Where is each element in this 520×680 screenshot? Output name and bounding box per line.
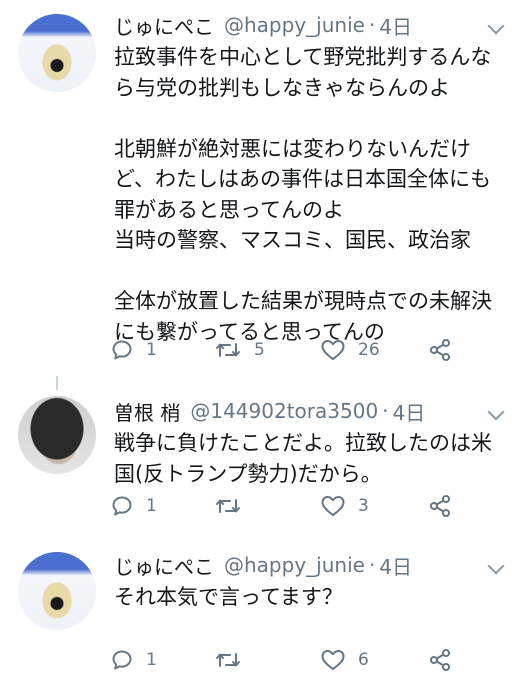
display-name[interactable]: じゅにぺこ — [114, 11, 214, 40]
retweet-count: 5 — [254, 340, 265, 360]
reply-button[interactable]: 1 — [110, 338, 157, 362]
tweet-text-line: 罪があると思ってんのよ — [114, 197, 344, 222]
reply-count: 1 — [146, 650, 157, 670]
like-count: 26 — [358, 340, 380, 360]
tweet-text-line: 全体が放置した結果が現時点での未解決 — [114, 289, 492, 313]
tweet[interactable]: じゅにぺこ @happy_junie · 4日 拉致事件を中心として野党批判する… — [0, 8, 520, 370]
reply-button[interactable]: 1 — [110, 648, 157, 672]
tweet-text-line: それ本気で言ってます？ — [114, 585, 343, 609]
retweet-icon — [214, 338, 242, 362]
retweet-icon — [214, 494, 242, 518]
chevron-down-icon[interactable] — [487, 557, 505, 575]
tweet[interactable]: 曽根 梢 @144902tora3500 · 4日 戦争に負けたことだよ。拉致し… — [0, 394, 520, 528]
reply-icon — [110, 494, 134, 518]
separator: · — [382, 399, 389, 423]
tweet-date[interactable]: 4日 — [379, 11, 412, 40]
retweet-button[interactable] — [214, 494, 254, 518]
retweet-button[interactable] — [214, 648, 254, 672]
separator: · — [368, 13, 376, 37]
share-icon — [428, 494, 452, 518]
reply-count: 1 — [146, 496, 157, 516]
tweet-text-line: ら与党の批判もしなきゃならんのよ — [114, 75, 450, 100]
heart-icon — [320, 648, 346, 672]
like-button[interactable]: 3 — [320, 494, 369, 518]
tweet-header: 曽根 梢 @144902tora3500 · 4日 — [114, 394, 425, 428]
tweet-header: じゅにぺこ @happy_junie · 4日 — [114, 8, 412, 42]
heart-icon — [320, 338, 346, 362]
display-name[interactable]: 曽根 梢 — [114, 397, 180, 426]
tweet-date[interactable]: 4日 — [393, 397, 426, 426]
separator: · — [368, 553, 376, 577]
user-handle[interactable]: @happy_junie — [224, 13, 365, 37]
tweet-text-line — [114, 256, 510, 287]
reply-button[interactable]: 1 — [110, 494, 157, 518]
tweet-text-line: 北朝鮮が絶対悪には変わりないんだけ — [114, 136, 471, 161]
avatar[interactable] — [18, 396, 96, 474]
tweet-text-line: 戦争に負けたことだよ。拉致したのは米 — [114, 431, 492, 455]
retweet-button[interactable]: 5 — [214, 338, 265, 362]
reply-count: 1 — [146, 340, 157, 360]
tweet-date[interactable]: 4日 — [379, 551, 412, 580]
tweet-text-line: 当時の警察、マスコミ、国民、政治家 — [114, 228, 471, 252]
retweet-icon — [214, 648, 242, 672]
chevron-down-icon[interactable] — [487, 403, 505, 421]
reply-icon — [110, 338, 134, 362]
like-button[interactable]: 26 — [320, 338, 380, 362]
heart-icon — [320, 494, 346, 518]
user-handle[interactable]: @happy_junie — [224, 553, 365, 577]
user-handle[interactable]: @144902tora3500 — [190, 399, 378, 423]
tweet-text-line: ど、わたしはあの事件は日本国全体にも — [114, 167, 491, 191]
tweet-text: 戦争に負けたことだよ。拉致したのは米 国(反トランプ勢力)だから。 — [114, 428, 510, 489]
like-count: 3 — [358, 496, 369, 516]
tweet-text: それ本気で言ってます？ — [114, 582, 510, 613]
share-icon — [428, 648, 452, 672]
share-icon — [428, 338, 452, 362]
reply-icon — [110, 648, 134, 672]
tweet-text-line: 拉致事件を中心として野党批判するんな — [114, 45, 492, 69]
chevron-down-icon[interactable] — [487, 17, 505, 35]
like-count: 6 — [358, 650, 369, 670]
share-button[interactable] — [428, 494, 452, 518]
tweet-actions: 1 6 — [110, 648, 510, 678]
tweet-text: 拉致事件を中心として野党批判するんな ら与党の批判もしなきゃならんのよ 北朝鮮が… — [114, 42, 510, 347]
tweet-actions: 1 5 26 — [110, 338, 510, 368]
share-button[interactable] — [428, 648, 452, 672]
tweet-actions: 1 3 — [110, 494, 510, 524]
tweet[interactable]: じゅにぺこ @happy_junie · 4日 それ本気で言ってます？ 1 6 — [0, 548, 520, 680]
tweet-text-line: 国(反トランプ勢力)だから。 — [114, 461, 382, 486]
avatar[interactable] — [18, 14, 96, 92]
share-button[interactable] — [428, 338, 452, 362]
like-button[interactable]: 6 — [320, 648, 369, 672]
tweet-text-line — [114, 103, 510, 134]
display-name[interactable]: じゅにぺこ — [114, 551, 214, 580]
thread-line — [56, 376, 58, 390]
tweet-header: じゅにぺこ @happy_junie · 4日 — [114, 548, 412, 582]
avatar[interactable] — [18, 552, 96, 630]
